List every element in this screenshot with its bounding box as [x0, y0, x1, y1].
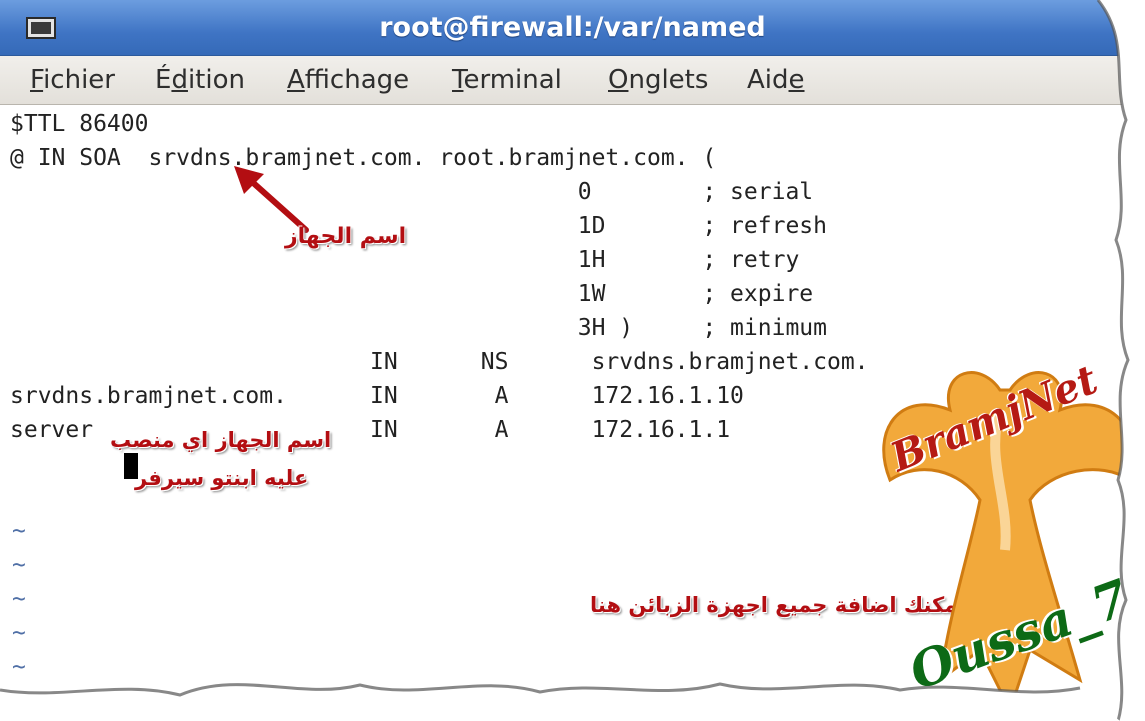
menu-fichier[interactable]: Fichier — [28, 63, 117, 97]
menu-affichage[interactable]: Affichage — [285, 63, 411, 97]
window-title: root@firewall:/var/named — [379, 12, 766, 43]
empty-line-tilde: ~ — [12, 654, 26, 680]
menu-bar: Fichier Édition Affichage Terminal Ongle… — [0, 56, 1145, 105]
menu-edition[interactable]: Édition — [153, 63, 247, 97]
menu-terminal[interactable]: Terminal — [450, 63, 564, 97]
empty-line-tilde: ~ — [12, 518, 26, 544]
terminal-line: IN NS srvdns.bramjnet.com. — [10, 349, 869, 375]
empty-line-tilde: ~ — [12, 586, 26, 612]
title-bar[interactable]: root@firewall:/var/named — [0, 0, 1145, 56]
annotation-server-line1: اسم الجهاز اي منصب — [110, 428, 332, 452]
terminal-line: $TTL 86400 — [10, 111, 149, 137]
menu-aide[interactable]: Aide — [745, 63, 807, 97]
menu-onglets[interactable]: Onglets — [606, 63, 710, 97]
terminal-window: root@firewall:/var/named Fichier Édition… — [0, 0, 1145, 721]
empty-line-tilde: ~ — [12, 620, 26, 646]
terminal-line: 1D ; refresh — [10, 213, 827, 239]
terminal-line: 0 ; serial — [10, 179, 814, 205]
annotation-host-name: اسم الجهاز — [285, 224, 407, 249]
annotation-server-line2: عليه ابنتو سيرفر — [135, 466, 309, 490]
empty-line-tilde: ~ — [12, 552, 26, 578]
terminal-line: srvdns.bramjnet.com. IN A 172.16.1.10 — [10, 383, 744, 409]
terminal-line: 3H ) ; minimum — [10, 315, 827, 341]
terminal-line: @ IN SOA srvdns.bramjnet.com. root.bramj… — [10, 145, 717, 171]
terminal-line: 1W ; expire — [10, 281, 814, 307]
